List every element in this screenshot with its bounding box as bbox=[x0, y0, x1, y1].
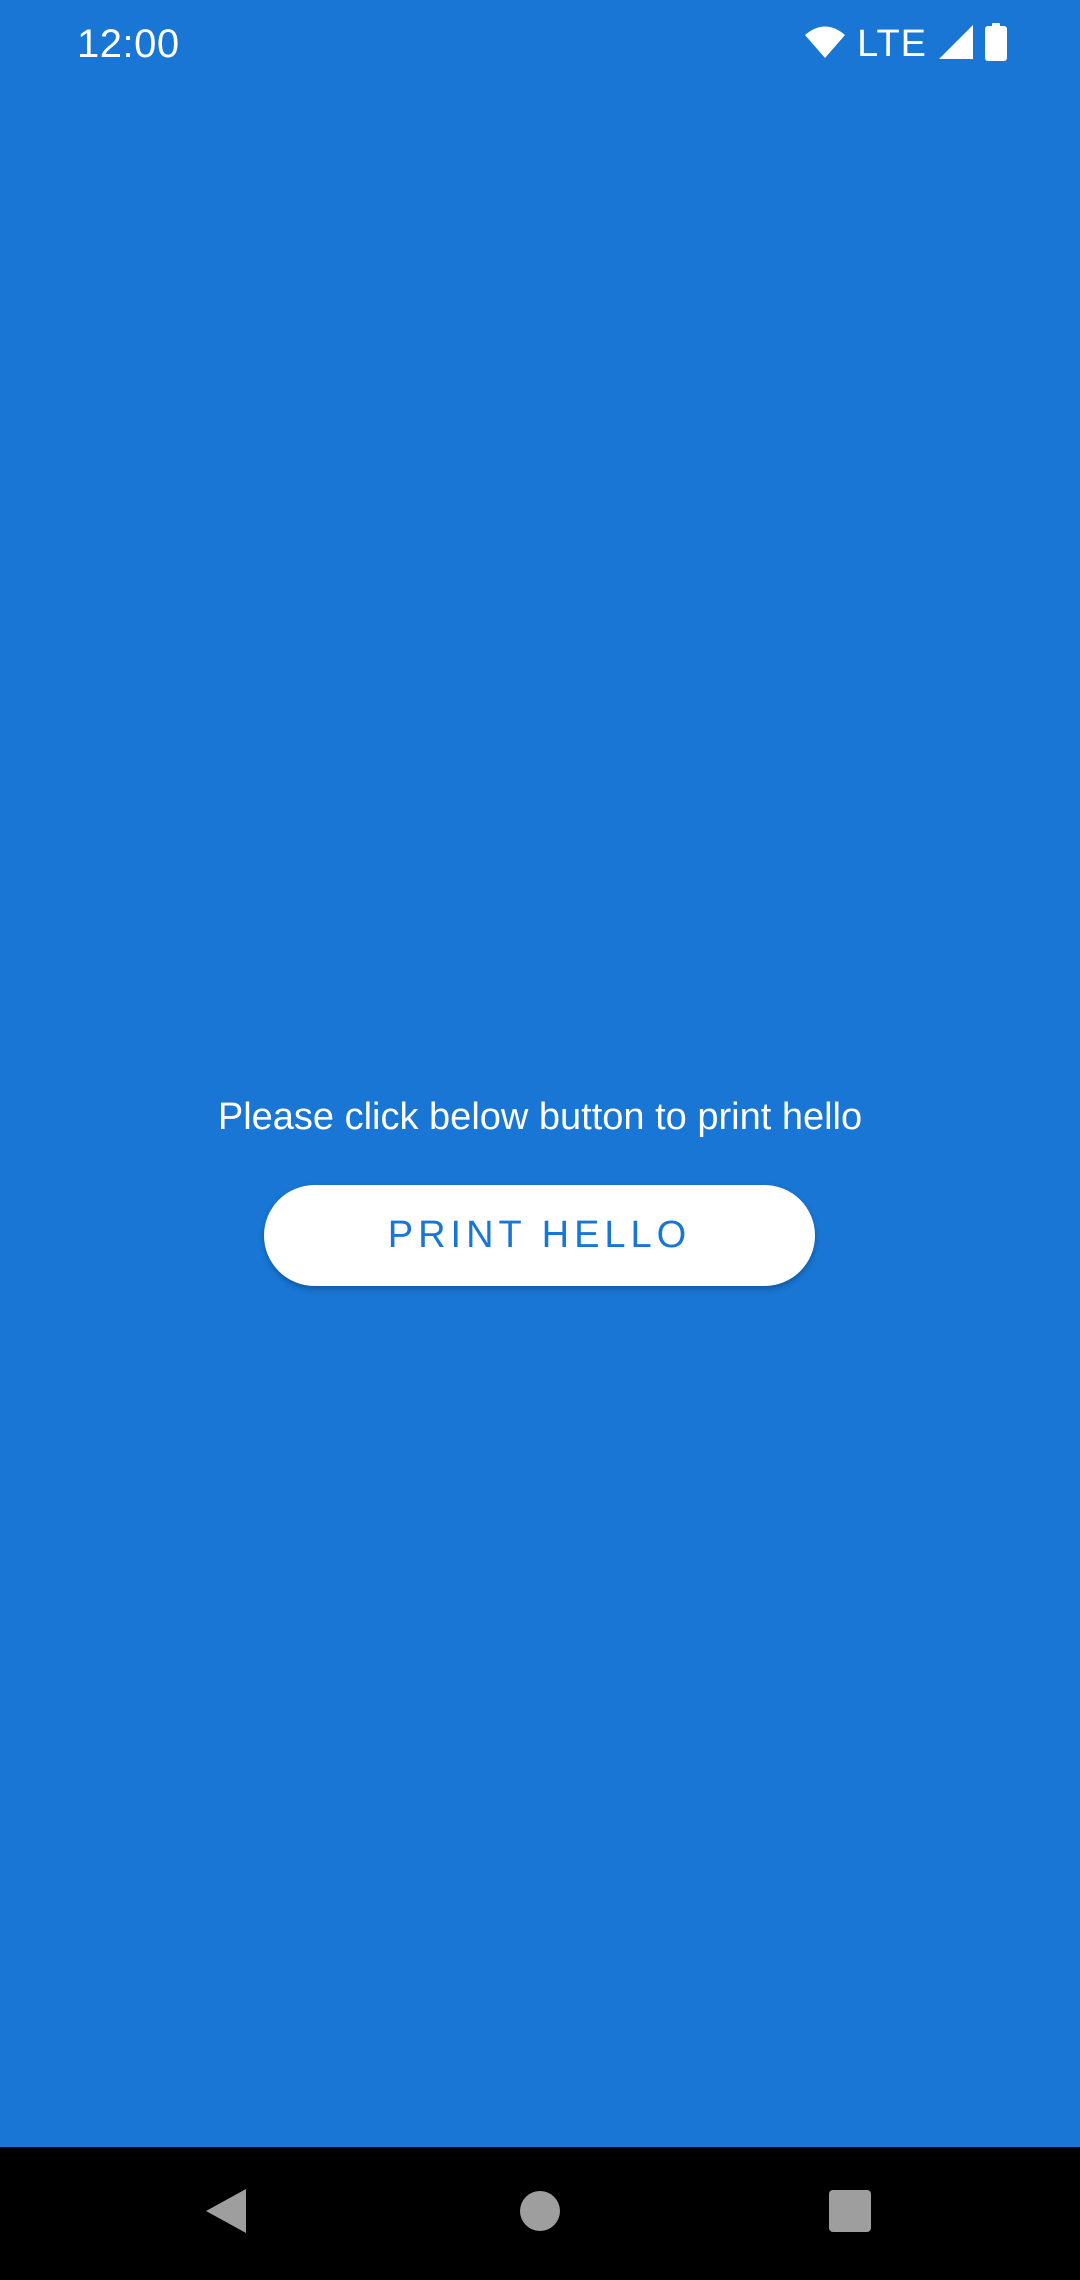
battery-icon bbox=[985, 22, 1007, 66]
main-content: Please click below button to print hello bbox=[0, 1085, 1080, 1149]
back-button[interactable] bbox=[146, 2147, 306, 2280]
print-hello-button[interactable]: PRINT HELLO bbox=[264, 1185, 815, 1286]
wifi-icon bbox=[805, 26, 846, 63]
recents-button[interactable] bbox=[770, 2147, 930, 2280]
network-type-label: LTE bbox=[857, 23, 927, 65]
home-button[interactable] bbox=[460, 2147, 620, 2280]
home-icon bbox=[520, 2191, 560, 2236]
app-screen: 12:00 LTE Please click below button to p… bbox=[0, 0, 1080, 2280]
cell-signal-icon bbox=[939, 24, 973, 64]
navigation-bar bbox=[0, 2147, 1080, 2280]
back-icon bbox=[206, 2189, 246, 2238]
status-bar: 12:00 LTE bbox=[0, 0, 1080, 88]
recents-icon bbox=[829, 2190, 871, 2237]
status-icons: LTE bbox=[805, 20, 1007, 68]
status-clock: 12:00 bbox=[77, 22, 180, 66]
instruction-text: Please click below button to print hello bbox=[217, 1096, 863, 1138]
